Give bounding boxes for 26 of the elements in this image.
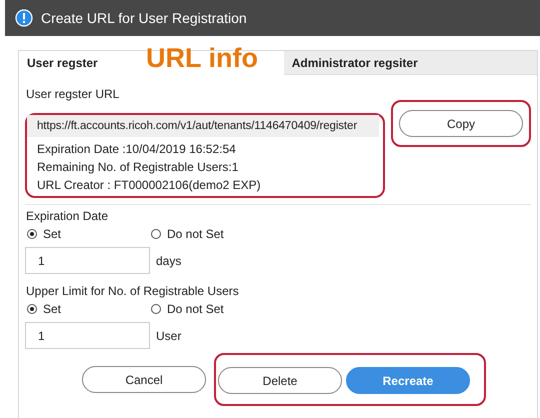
field-label: Upper Limit for No. of Registrable Users: [26, 284, 240, 298]
unit-label: days: [156, 254, 182, 268]
unit-label: User: [156, 328, 182, 342]
url-field[interactable]: https://ft.accounts.ricoh.com/v1/aut/tenants/1146470409/register: [27, 115, 379, 137]
radio-label[interactable]: Do not Set: [167, 302, 224, 316]
radio-button[interactable]: [27, 229, 37, 239]
copy-button[interactable]: Copy: [399, 110, 523, 137]
tab[interactable]: Administrator regsiter: [284, 51, 537, 75]
radio-label[interactable]: Set: [43, 302, 62, 316]
dialog-button[interactable]: Cancel: [82, 366, 206, 393]
field-label: User regster URL: [26, 87, 120, 101]
annotation-label: URL info: [146, 43, 258, 74]
dialog-button[interactable]: Delete: [218, 367, 342, 394]
window-title: Create URL for User Registration: [41, 10, 247, 26]
radio-button[interactable]: [151, 229, 161, 239]
info-text: URL Creator : FT000002106(demo2 EXP): [36, 177, 262, 194]
radio-label[interactable]: Set: [43, 227, 62, 241]
info-text: Remaining No. of Registrable Users:1: [36, 159, 240, 176]
info-icon: [15, 9, 33, 27]
input-field[interactable]: 1: [25, 322, 150, 349]
radio-label[interactable]: Do not Set: [167, 227, 224, 241]
radio-button[interactable]: [151, 304, 161, 314]
input-field[interactable]: 1: [25, 247, 150, 274]
field-label: Expiration Date: [26, 209, 110, 223]
radio-button[interactable]: [27, 304, 37, 314]
info-text: Expiration Date :10/04/2019 16:52:54: [36, 141, 237, 158]
